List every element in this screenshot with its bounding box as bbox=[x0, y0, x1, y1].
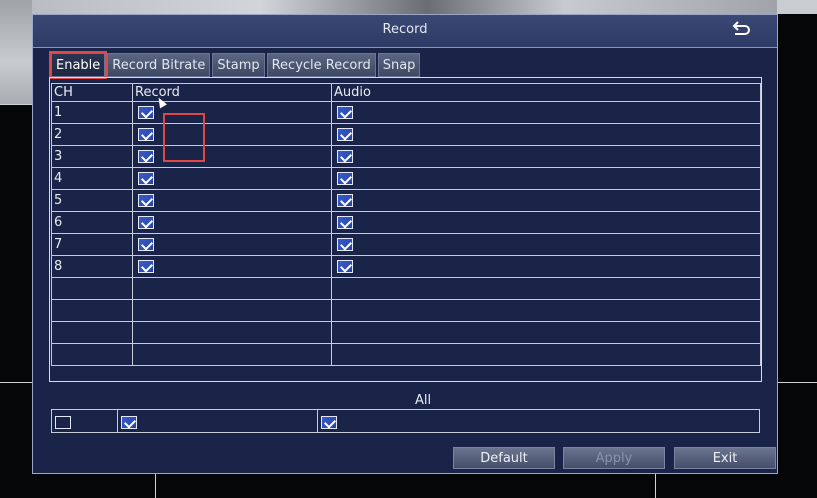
empty-cell bbox=[51, 343, 133, 366]
empty-cell bbox=[331, 277, 761, 300]
camera-feed-background-top bbox=[32, 0, 792, 14]
audio-cell bbox=[331, 167, 761, 190]
tab-recycle-record[interactable]: Recycle Record bbox=[266, 53, 376, 77]
record-checkbox[interactable] bbox=[138, 128, 154, 141]
tab-record-bitrate[interactable]: Record Bitrate bbox=[107, 53, 211, 77]
camera-feed-background-right bbox=[777, 0, 817, 14]
audio-cell bbox=[331, 145, 761, 168]
record-checkbox[interactable] bbox=[138, 194, 154, 207]
layout-grid-line bbox=[155, 474, 156, 498]
record-checkbox[interactable] bbox=[138, 150, 154, 163]
tab-bar: Enable Record Bitrate Stamp Recycle Reco… bbox=[48, 51, 422, 79]
audio-cell bbox=[331, 211, 761, 234]
empty-table-row bbox=[51, 343, 761, 366]
record-cell bbox=[132, 255, 332, 278]
apply-button[interactable]: Apply bbox=[563, 447, 665, 469]
audio-checkbox[interactable] bbox=[337, 172, 353, 185]
select-all-checkbox[interactable] bbox=[55, 416, 71, 429]
table-row: 2 bbox=[51, 123, 761, 146]
channel-number: 4 bbox=[51, 167, 133, 190]
table-row: 3 bbox=[51, 145, 761, 168]
audio-checkbox[interactable] bbox=[337, 238, 353, 251]
empty-cell bbox=[331, 299, 761, 322]
all-record-checkbox[interactable] bbox=[121, 416, 137, 429]
layout-grid-line bbox=[778, 382, 817, 383]
title-bar: Record bbox=[33, 15, 777, 48]
record-checkbox[interactable] bbox=[138, 216, 154, 229]
audio-checkbox[interactable] bbox=[337, 128, 353, 141]
column-header-ch: CH bbox=[51, 83, 133, 102]
audio-checkbox[interactable] bbox=[337, 106, 353, 119]
record-cell bbox=[132, 123, 332, 146]
audio-cell bbox=[331, 101, 761, 124]
layout-grid-line bbox=[0, 382, 32, 383]
tab-stamp[interactable]: Stamp bbox=[212, 53, 265, 77]
record-cell bbox=[132, 211, 332, 234]
table-row: 4 bbox=[51, 167, 761, 190]
channel-number: 7 bbox=[51, 233, 133, 256]
channel-number: 2 bbox=[51, 123, 133, 146]
return-arrow-icon[interactable] bbox=[729, 20, 751, 40]
empty-cell bbox=[132, 277, 332, 300]
channel-number: 8 bbox=[51, 255, 133, 278]
empty-cell bbox=[331, 343, 761, 366]
record-checkbox[interactable] bbox=[138, 238, 154, 251]
empty-cell bbox=[51, 277, 133, 300]
record-checkbox[interactable] bbox=[138, 106, 154, 119]
empty-cell bbox=[331, 321, 761, 344]
tab-enable[interactable]: Enable bbox=[48, 51, 108, 79]
audio-checkbox[interactable] bbox=[337, 150, 353, 163]
empty-cell bbox=[51, 321, 133, 344]
all-audio-checkbox[interactable] bbox=[321, 416, 337, 429]
channel-number: 5 bbox=[51, 189, 133, 212]
empty-table-row bbox=[51, 299, 761, 322]
record-cell bbox=[132, 145, 332, 168]
all-select-cell bbox=[52, 410, 118, 432]
all-record-cell bbox=[118, 410, 318, 432]
empty-table-row bbox=[51, 277, 761, 300]
table-row: 6 bbox=[51, 211, 761, 234]
record-cell bbox=[132, 233, 332, 256]
tab-snap[interactable]: Snap bbox=[377, 53, 421, 77]
empty-table-row bbox=[51, 321, 761, 344]
channel-number: 6 bbox=[51, 211, 133, 234]
column-header-audio: Audio bbox=[331, 83, 761, 102]
audio-checkbox[interactable] bbox=[337, 260, 353, 273]
channel-number: 3 bbox=[51, 145, 133, 168]
default-button[interactable]: Default bbox=[453, 447, 555, 469]
record-cell bbox=[132, 189, 332, 212]
table-row: 5 bbox=[51, 189, 761, 212]
layout-grid-line bbox=[655, 474, 656, 498]
exit-button[interactable]: Exit bbox=[674, 447, 776, 469]
empty-cell bbox=[51, 299, 133, 322]
audio-cell bbox=[331, 189, 761, 212]
all-label: All bbox=[414, 393, 432, 408]
record-cell bbox=[132, 167, 332, 190]
audio-cell bbox=[331, 233, 761, 256]
empty-cell bbox=[132, 321, 332, 344]
channel-number: 1 bbox=[51, 101, 133, 124]
channel-table: CH Record Audio 12345678 bbox=[51, 83, 761, 366]
empty-cell bbox=[132, 299, 332, 322]
all-row bbox=[51, 409, 760, 433]
record-checkbox[interactable] bbox=[138, 172, 154, 185]
audio-checkbox[interactable] bbox=[337, 216, 353, 229]
layout-grid-line bbox=[0, 104, 32, 105]
table-row: 8 bbox=[51, 255, 761, 278]
empty-cell bbox=[132, 343, 332, 366]
audio-checkbox[interactable] bbox=[337, 194, 353, 207]
record-checkbox[interactable] bbox=[138, 260, 154, 273]
audio-cell bbox=[331, 123, 761, 146]
record-dialog: Record Enable Record Bitrate Stamp Recyc… bbox=[32, 14, 778, 474]
table-row: 7 bbox=[51, 233, 761, 256]
audio-cell bbox=[331, 255, 761, 278]
camera-feed-background bbox=[0, 0, 32, 104]
all-audio-cell bbox=[318, 410, 759, 432]
dialog-title: Record bbox=[382, 22, 428, 37]
